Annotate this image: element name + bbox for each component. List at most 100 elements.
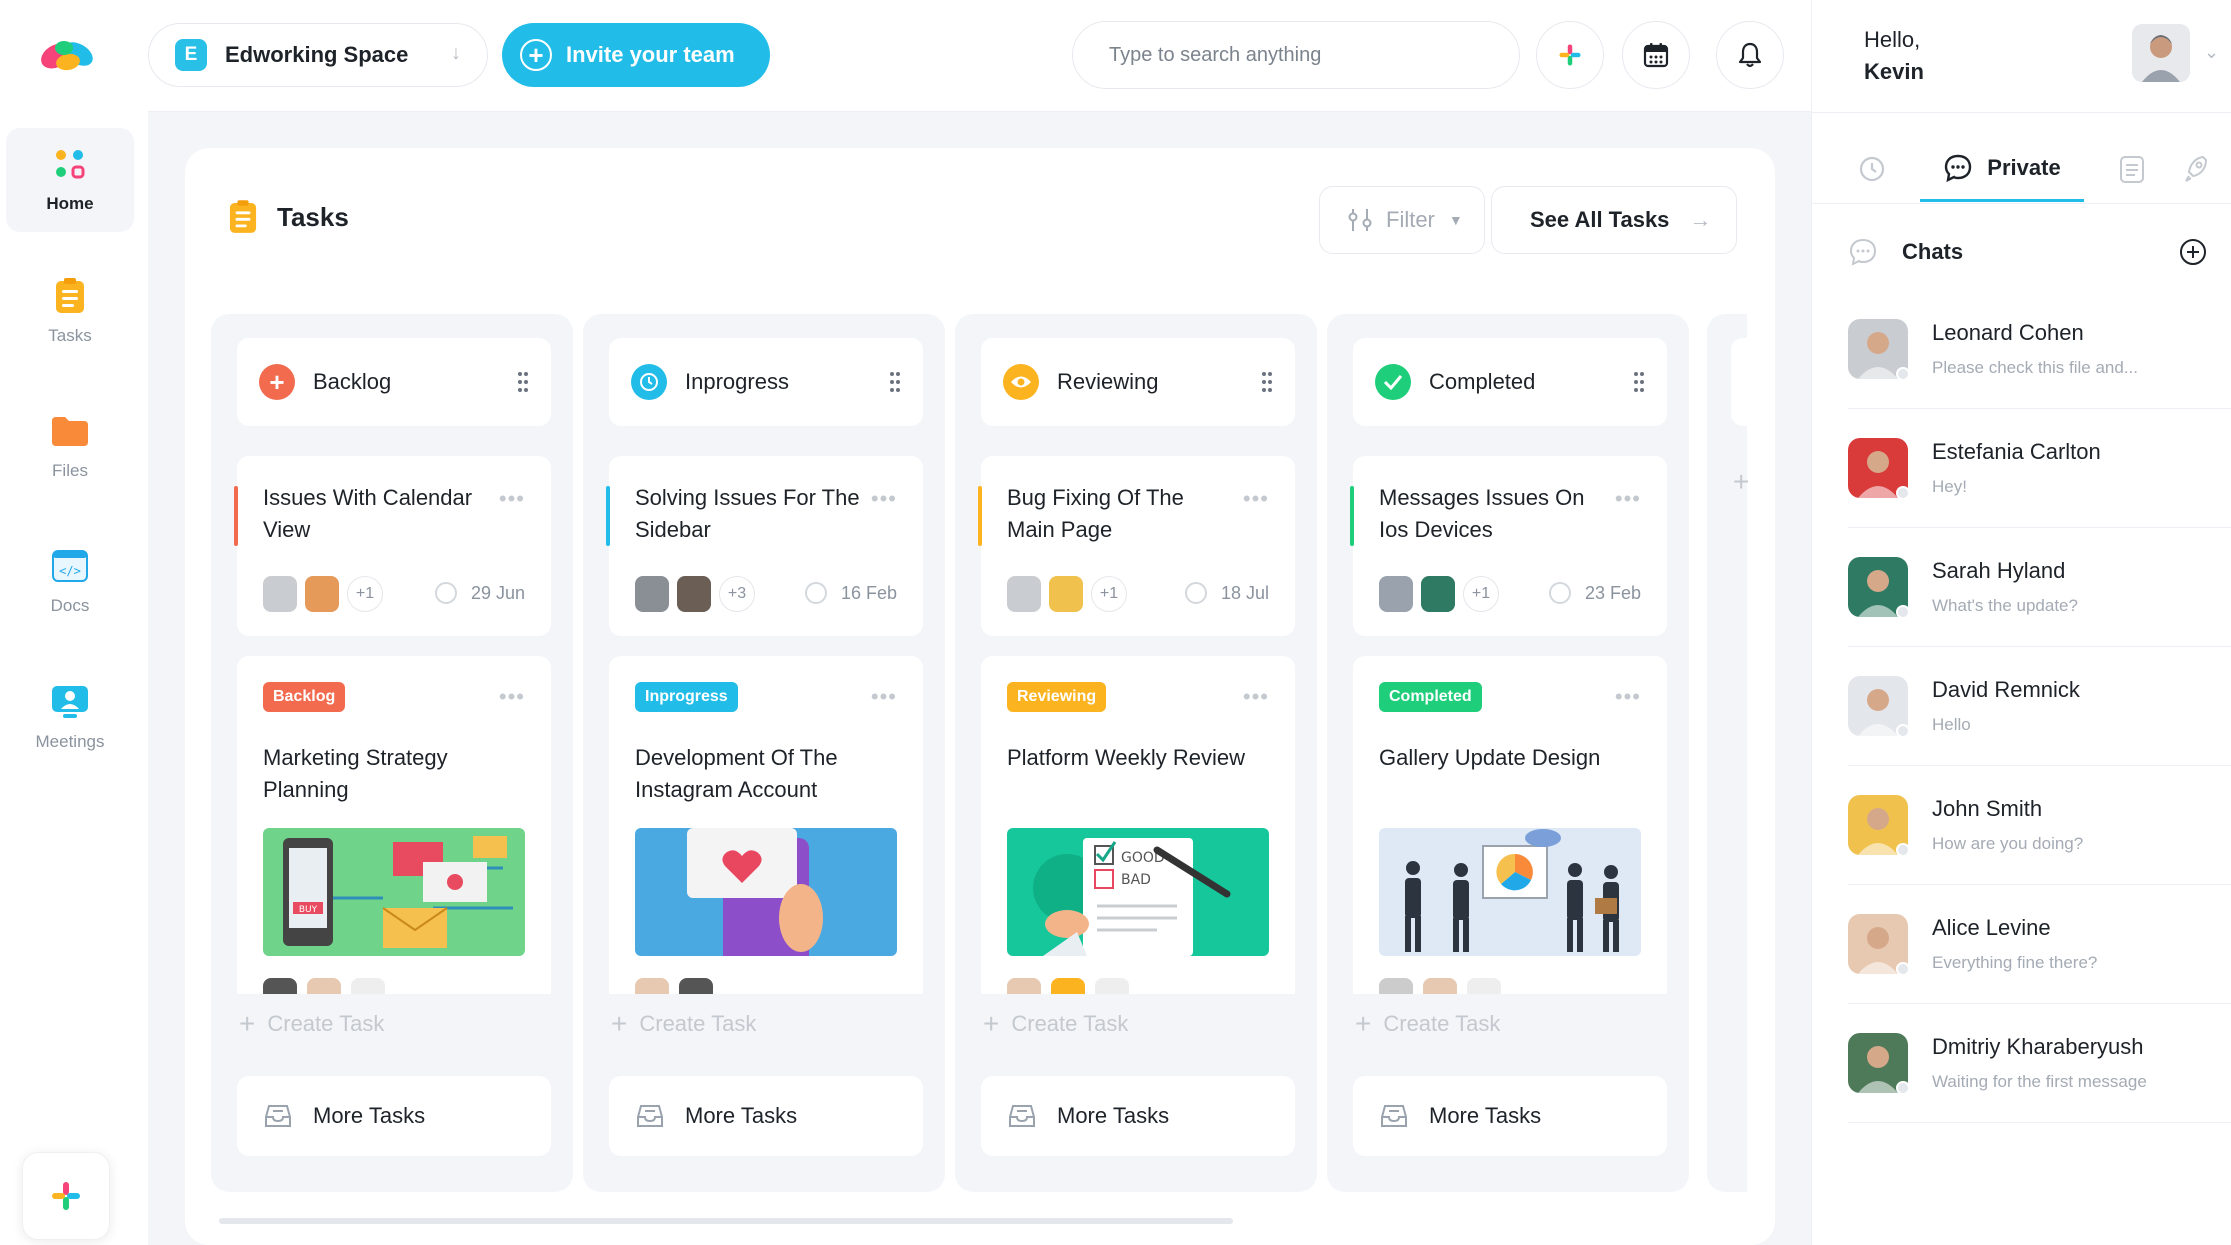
extra-assignees-count[interactable]: +1 — [347, 576, 383, 612]
invite-team-button[interactable]: + Invite your team — [502, 23, 770, 87]
drag-handle-icon[interactable] — [1633, 371, 1645, 393]
drag-handle-icon[interactable] — [1261, 371, 1273, 393]
chat-list-item[interactable]: Dmitriy Kharaberyush Waiting for the firs… — [1848, 1004, 2231, 1123]
task-title: Issues With Calendar View — [263, 485, 473, 542]
avatar[interactable] — [2132, 24, 2190, 82]
sidebar-item-tasks[interactable]: Tasks — [6, 260, 134, 364]
create-task-button[interactable]: + Create Task — [1355, 1008, 1500, 1040]
workspace-name: Edworking Space — [225, 42, 409, 67]
extra-assignees-count[interactable]: +1 — [1463, 576, 1499, 612]
task-card[interactable]: Issues With Calendar View ••• +1 29 Jun — [234, 456, 551, 636]
add-chat-icon[interactable] — [2178, 237, 2208, 267]
status-dot — [1896, 962, 1910, 976]
column-header[interactable]: Completed — [1353, 338, 1667, 426]
chat-list-item[interactable]: John Smith How are you doing? — [1848, 766, 2231, 885]
sidebar-item-meetings[interactable]: Meetings — [6, 666, 134, 770]
sidebar-item-docs[interactable]: </> Docs — [6, 530, 134, 634]
column-title: Reviewing — [1057, 369, 1159, 394]
task-card[interactable]: Messages Issues On Ios Devices ••• +1 23 Fe… — [1350, 456, 1667, 636]
more-options-icon[interactable]: ••• — [499, 486, 525, 512]
chats-header: Chats — [1848, 232, 2208, 272]
app-logo[interactable] — [38, 34, 96, 78]
task-card[interactable]: Backlog ••• Marketing Strategy Planning BUY — [237, 656, 551, 994]
horizontal-scrollbar[interactable] — [219, 1218, 1233, 1224]
more-options-icon[interactable]: ••• — [871, 684, 897, 710]
create-task-label: Create Task — [1011, 1011, 1129, 1036]
more-options-icon[interactable]: ••• — [871, 486, 897, 512]
task-illustration — [635, 828, 897, 956]
tasks-icon — [229, 200, 257, 233]
chat-list-item[interactable]: Estefania Carlton Hey! — [1848, 409, 2231, 528]
tab-notes[interactable] — [2100, 136, 2164, 202]
quick-add-button[interactable] — [22, 1152, 110, 1240]
create-task-button[interactable]: + Create Task — [611, 1008, 756, 1040]
task-card[interactable]: Solving Issues For The Sidebar ••• +3 16 Fe… — [606, 456, 923, 636]
chat-last-message: Everything fine there? — [1932, 953, 2098, 972]
avatar — [1848, 438, 1910, 500]
calendar-icon — [1643, 43, 1669, 68]
chat-list-item[interactable]: Alice Levine Everything fine there? — [1848, 885, 2231, 1004]
due-date-text: 16 Feb — [840, 582, 897, 603]
column-header[interactable]: + Backlog — [237, 338, 551, 426]
extra-assignees-count[interactable]: +1 — [1091, 576, 1127, 612]
assignees — [1007, 978, 1139, 994]
avatar — [351, 978, 385, 994]
bad-text: BAD — [1121, 872, 1151, 888]
more-tasks-button[interactable]: More Tasks — [237, 1076, 551, 1156]
sidebar-item-files[interactable]: Files — [6, 395, 134, 499]
add-column-icon[interactable]: + — [1733, 466, 1749, 498]
calendar-button[interactable] — [1622, 21, 1690, 89]
see-all-tasks-button[interactable]: See All Tasks → — [1491, 186, 1737, 254]
board-column-completed: Completed Messages Issues On Ios Devices •… — [1327, 314, 1689, 1192]
status-bar — [606, 486, 610, 546]
create-task-button[interactable]: + Create Task — [983, 1008, 1128, 1040]
chevron-down-icon[interactable]: ⌄ — [2204, 42, 2219, 63]
notifications-button[interactable] — [1716, 21, 1784, 89]
more-tasks-label: More Tasks — [1429, 1103, 1542, 1128]
task-card[interactable]: Reviewing ••• Platform Weekly Review GOOD BA… — [981, 656, 1295, 994]
task-card[interactable]: Inprogress ••• Development Of The Instagra… — [609, 656, 923, 994]
more-tasks-button[interactable]: More Tasks — [609, 1076, 923, 1156]
task-title: Gallery Update Design — [1379, 745, 1601, 770]
task-card[interactable]: Bug Fixing Of The Main Page ••• +1 18 Jul — [978, 456, 1295, 636]
drag-handle-icon[interactable] — [889, 371, 901, 393]
drag-handle-icon[interactable] — [517, 371, 529, 393]
search-input[interactable] — [1109, 43, 1489, 67]
sidebar-item-home[interactable]: Home — [6, 128, 134, 232]
chat-list-item[interactable]: Leonard Cohen Please check this file and.… — [1848, 290, 2231, 409]
extra-assignees-count[interactable]: +3 — [719, 576, 755, 612]
chat-name: David Remnick — [1932, 677, 2080, 702]
column-header[interactable]: Reviewing — [981, 338, 1295, 426]
colorful-plus-icon — [1559, 44, 1581, 66]
column-header[interactable]: Inprogress — [609, 338, 923, 426]
filter-button[interactable]: Filter ▼ — [1319, 186, 1485, 254]
assignees — [635, 978, 723, 994]
top-bar: E Edworking Space ↓ + Invite your team — [148, 0, 1811, 112]
more-options-icon[interactable]: ••• — [499, 684, 525, 710]
chat-list-item[interactable]: Sarah Hyland What's the update? — [1848, 528, 2231, 647]
avatar — [263, 978, 297, 994]
quick-create-button[interactable] — [1536, 21, 1604, 89]
workspace-select[interactable]: E Edworking Space ↓ — [148, 23, 488, 87]
more-options-icon[interactable]: ••• — [1615, 486, 1641, 512]
create-task-button[interactable]: + Create Task — [239, 1008, 384, 1040]
tab-private[interactable]: Private — [1920, 136, 2084, 202]
task-illustration — [1379, 828, 1641, 956]
chats-title: Chats — [1902, 239, 1964, 264]
buy-text: BUY — [299, 905, 318, 915]
task-card[interactable]: Completed ••• Gallery Update Design — [1353, 656, 1667, 994]
tab-rocket[interactable] — [2164, 136, 2228, 202]
more-options-icon[interactable]: ••• — [1615, 684, 1641, 710]
search-bar[interactable] — [1072, 21, 1520, 89]
more-tasks-button[interactable]: More Tasks — [1353, 1076, 1667, 1156]
tab-history[interactable] — [1840, 136, 1904, 202]
clock-icon — [434, 582, 457, 604]
chat-list-item[interactable]: David Remnick Hello — [1848, 647, 2231, 766]
more-options-icon[interactable]: ••• — [1243, 684, 1269, 710]
left-sidebar: Home Tasks Files </> Docs Meetings — [0, 0, 148, 1245]
invite-team-label: Invite your team — [566, 42, 735, 67]
home-grid-icon — [50, 146, 90, 182]
more-options-icon[interactable]: ••• — [1243, 486, 1269, 512]
avatar — [1379, 576, 1413, 612]
more-tasks-button[interactable]: More Tasks — [981, 1076, 1295, 1156]
